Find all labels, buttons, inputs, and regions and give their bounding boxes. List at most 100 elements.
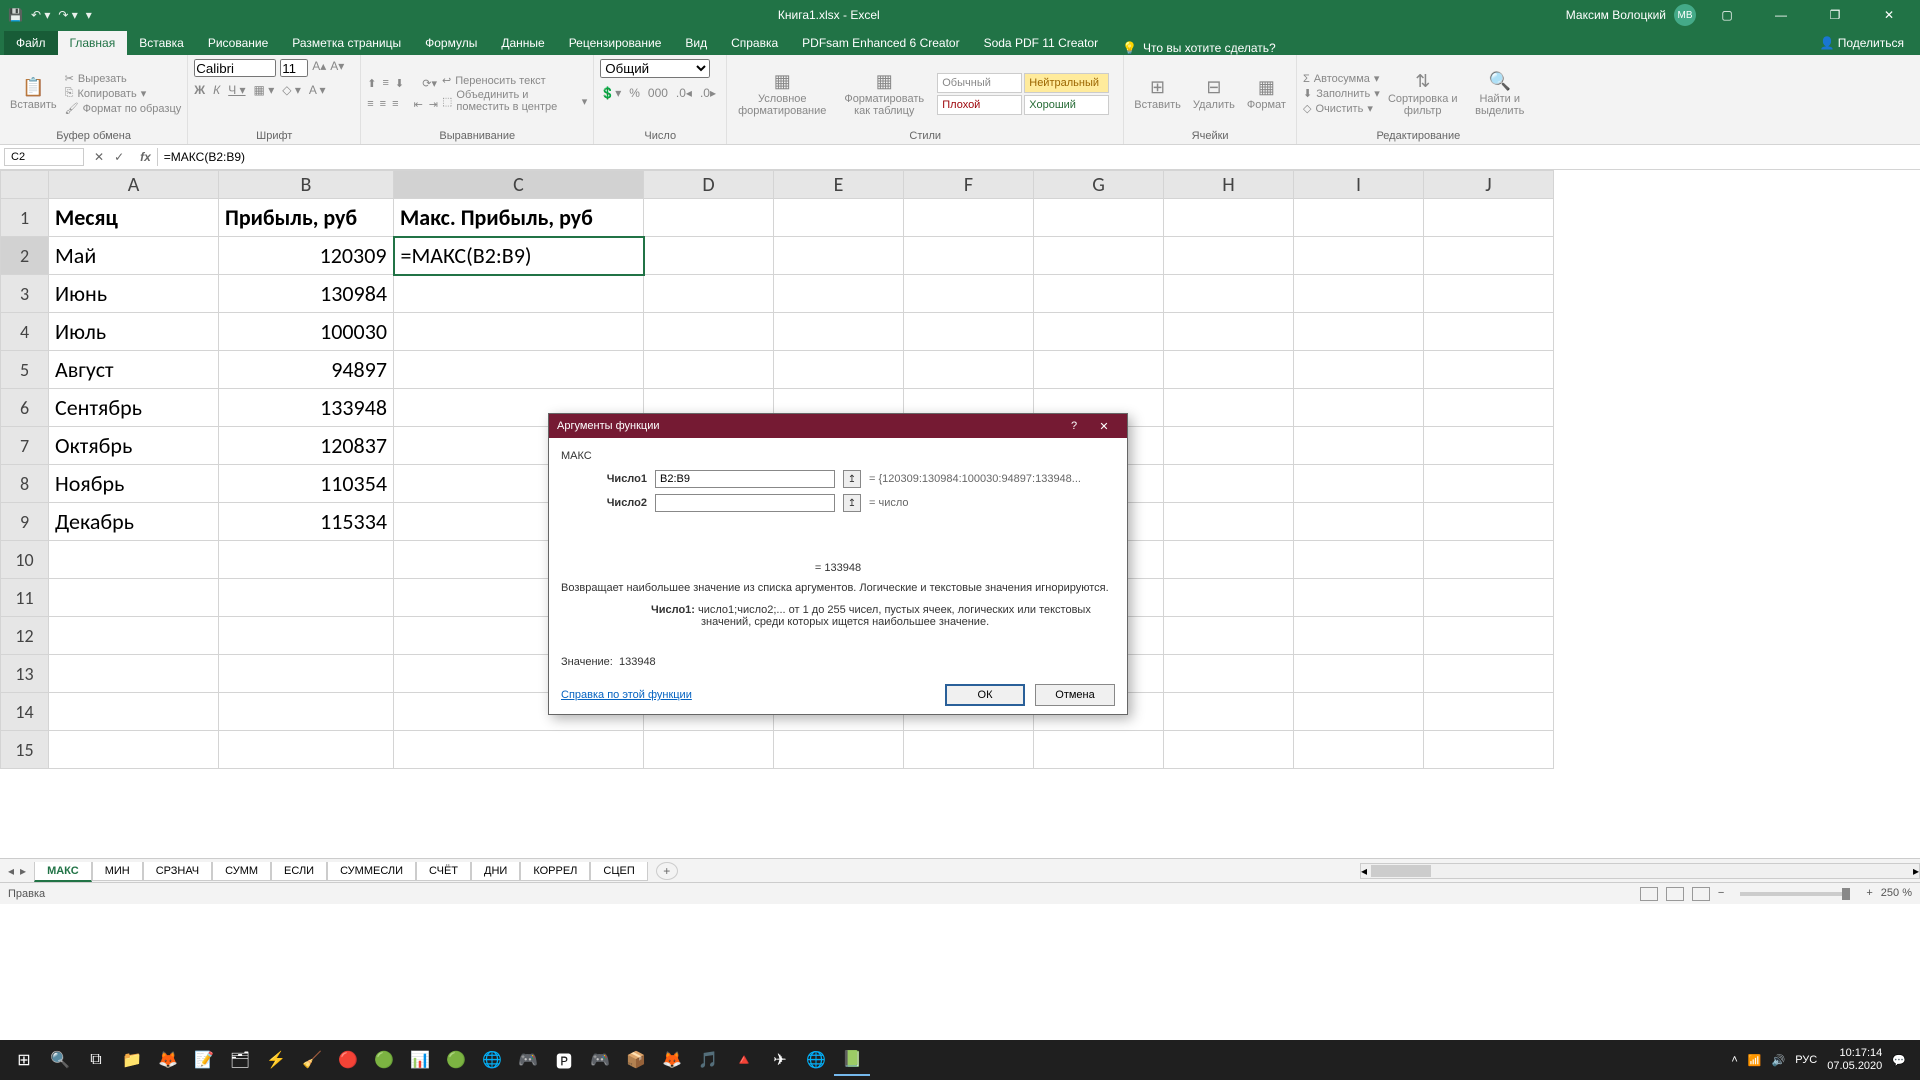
cell[interactable] xyxy=(1424,389,1554,427)
paste-button[interactable]: 📋Вставить xyxy=(6,75,61,113)
font-color-button[interactable]: A ▾ xyxy=(309,83,326,97)
cell[interactable] xyxy=(1164,617,1294,655)
row-header[interactable]: 4 xyxy=(1,313,49,351)
underline-button[interactable]: Ч ▾ xyxy=(228,83,245,97)
taskbar-app-icon[interactable]: 🟢 xyxy=(438,1044,474,1076)
align-bot-icon[interactable]: ⬇ xyxy=(395,77,404,90)
cell[interactable] xyxy=(1164,351,1294,389)
enter-formula-icon[interactable]: ✓ xyxy=(114,150,124,164)
cell[interactable] xyxy=(219,655,394,693)
cell[interactable] xyxy=(1424,655,1554,693)
arg1-input[interactable] xyxy=(655,470,835,488)
tab-layout[interactable]: Разметка страницы xyxy=(280,31,413,55)
style-bad[interactable]: Плохой xyxy=(937,95,1022,115)
collapse-dialog-button[interactable]: ↥ xyxy=(843,494,861,512)
cell[interactable]: 130984 xyxy=(219,275,394,313)
taskbar-excel-icon[interactable]: 📗 xyxy=(834,1044,870,1076)
cell[interactable] xyxy=(1294,731,1424,769)
cell[interactable] xyxy=(219,579,394,617)
tab-review[interactable]: Рецензирование xyxy=(557,31,674,55)
cell[interactable] xyxy=(1294,389,1424,427)
cell[interactable] xyxy=(49,655,219,693)
taskbar-app-icon[interactable]: 🟢 xyxy=(366,1044,402,1076)
view-layout-icon[interactable] xyxy=(1666,887,1684,901)
row-header[interactable]: 14 xyxy=(1,693,49,731)
minimize-button[interactable]: — xyxy=(1758,0,1804,30)
row-header[interactable]: 8 xyxy=(1,465,49,503)
cancel-button[interactable]: Отмена xyxy=(1035,684,1115,706)
cell[interactable] xyxy=(1424,199,1554,237)
cell[interactable] xyxy=(1424,541,1554,579)
taskbar-app-icon[interactable]: 🅿 xyxy=(546,1044,582,1076)
insert-cells-button[interactable]: ⊞Вставить xyxy=(1130,75,1185,113)
ribbon-options-icon[interactable]: ▢ xyxy=(1704,0,1750,30)
copy-button[interactable]: ⎘Копировать ▾ xyxy=(65,87,182,100)
cell[interactable] xyxy=(774,275,904,313)
sheet-nav-next-icon[interactable]: ▸ xyxy=(20,864,26,878)
cell[interactable] xyxy=(1424,275,1554,313)
cell[interactable] xyxy=(1294,427,1424,465)
cell[interactable] xyxy=(1294,693,1424,731)
cell[interactable] xyxy=(1424,237,1554,275)
cell[interactable] xyxy=(1424,693,1554,731)
cell[interactable] xyxy=(1034,199,1164,237)
italic-button[interactable]: К xyxy=(213,83,220,97)
zoom-level[interactable]: 250 % xyxy=(1881,887,1912,901)
undo-icon[interactable]: ↶ ▾ xyxy=(31,8,50,22)
autosum-button[interactable]: ΣАвтосумма ▾ xyxy=(1303,72,1380,85)
cell[interactable] xyxy=(774,199,904,237)
cell[interactable]: Ноябрь xyxy=(49,465,219,503)
maximize-button[interactable]: ❐ xyxy=(1812,0,1858,30)
sheet-tab[interactable]: МАКС xyxy=(34,862,92,882)
cell[interactable] xyxy=(1164,313,1294,351)
cell[interactable] xyxy=(644,199,774,237)
col-header-a[interactable]: A xyxy=(49,171,219,199)
row-header[interactable]: 12 xyxy=(1,617,49,655)
row-header[interactable]: 13 xyxy=(1,655,49,693)
cell[interactable] xyxy=(1164,579,1294,617)
cancel-formula-icon[interactable]: ✕ xyxy=(94,150,104,164)
tab-draw[interactable]: Рисование xyxy=(196,31,280,55)
cell[interactable] xyxy=(1424,313,1554,351)
shrink-font-icon[interactable]: A▾ xyxy=(330,59,344,77)
fill-color-button[interactable]: ◇ ▾ xyxy=(282,83,301,97)
redo-icon[interactable]: ↷ ▾ xyxy=(58,8,77,22)
sheet-tab[interactable]: СРЗНАЧ xyxy=(143,862,212,881)
delete-cells-button[interactable]: ⊟Удалить xyxy=(1189,75,1239,113)
orient-icon[interactable]: ⟳▾ xyxy=(422,77,437,90)
style-good[interactable]: Хороший xyxy=(1024,95,1109,115)
row-header[interactable]: 11 xyxy=(1,579,49,617)
cell[interactable] xyxy=(1164,199,1294,237)
cell[interactable] xyxy=(1424,503,1554,541)
cell[interactable] xyxy=(774,237,904,275)
cell[interactable] xyxy=(1294,579,1424,617)
tab-sodapdf[interactable]: Soda PDF 11 Creator xyxy=(972,31,1111,55)
cell[interactable] xyxy=(1424,617,1554,655)
row-header[interactable]: 10 xyxy=(1,541,49,579)
sheet-tab[interactable]: КОРРЕЛ xyxy=(520,862,590,881)
cell[interactable] xyxy=(644,237,774,275)
collapse-dialog-button[interactable]: ↥ xyxy=(843,470,861,488)
cell[interactable]: 120309 xyxy=(219,237,394,275)
dialog-help-button[interactable]: ? xyxy=(1059,420,1089,433)
cell[interactable] xyxy=(644,731,774,769)
close-button[interactable]: ✕ xyxy=(1866,0,1912,30)
cell[interactable] xyxy=(904,275,1034,313)
row-header[interactable]: 7 xyxy=(1,427,49,465)
cell[interactable] xyxy=(1294,503,1424,541)
start-button[interactable]: ⊞ xyxy=(6,1044,42,1076)
sheet-tab[interactable]: СУММЕСЛИ xyxy=(327,862,416,881)
cell[interactable]: Декабрь xyxy=(49,503,219,541)
cell[interactable] xyxy=(1294,351,1424,389)
taskbar-app-icon[interactable]: 📊 xyxy=(402,1044,438,1076)
cell[interactable]: 133948 xyxy=(219,389,394,427)
cell[interactable] xyxy=(1424,579,1554,617)
taskbar-app-icon[interactable]: 🧹 xyxy=(294,1044,330,1076)
col-header-j[interactable]: J xyxy=(1424,171,1554,199)
tell-me[interactable]: 💡 Что вы хотите сделать? xyxy=(1122,41,1276,55)
cell[interactable] xyxy=(219,541,394,579)
sheet-tab[interactable]: СУММ xyxy=(212,862,271,881)
tray-network-icon[interactable]: 📶 xyxy=(1748,1054,1762,1067)
cell[interactable] xyxy=(1034,275,1164,313)
search-button[interactable]: 🔍 xyxy=(42,1044,78,1076)
